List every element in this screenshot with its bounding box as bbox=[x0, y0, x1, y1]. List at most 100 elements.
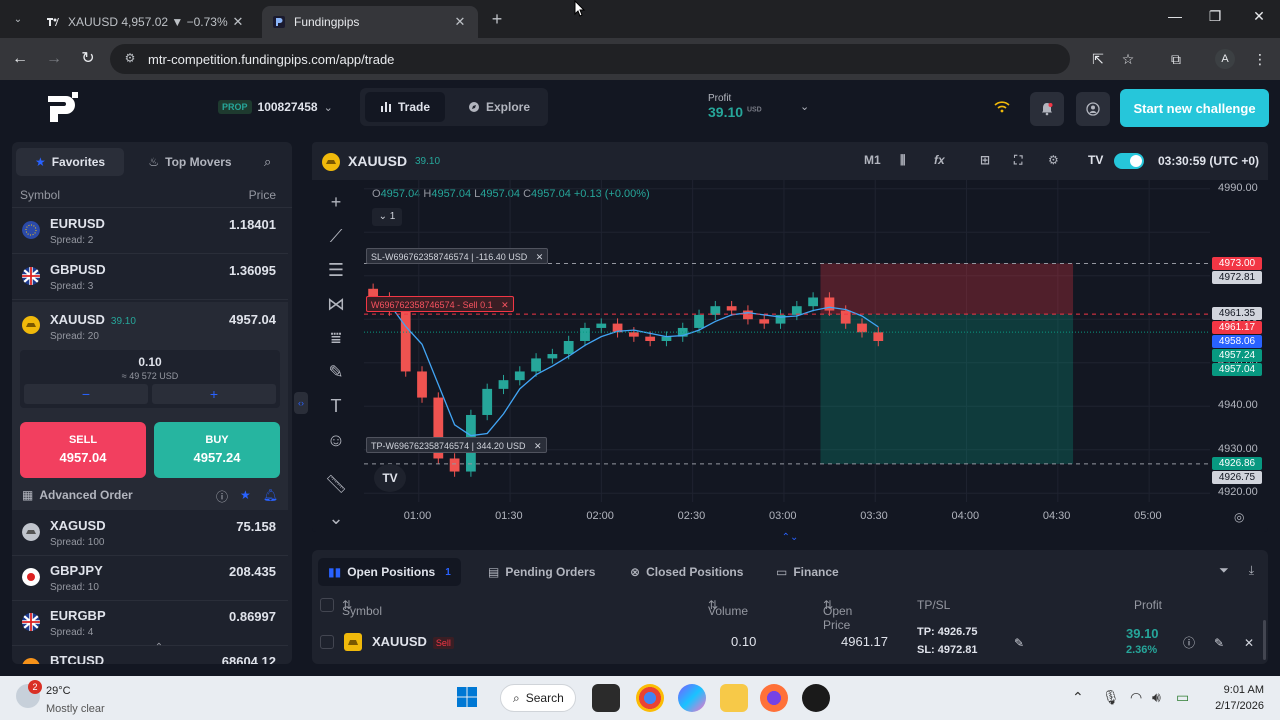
fib-tool-icon[interactable]: ⩸ bbox=[324, 326, 348, 350]
chart-settings-gear-icon[interactable]: ⚙ bbox=[1048, 153, 1059, 167]
horizontal-lines-icon[interactable]: ☰ bbox=[324, 258, 348, 282]
account-selector[interactable]: PROP 100827458 ⌄ bbox=[218, 100, 333, 114]
bookmark-star-icon[interactable]: ☆ bbox=[1118, 49, 1138, 69]
close-icon[interactable]: ✕ bbox=[536, 252, 544, 262]
fullscreen-icon[interactable]: ⛶ bbox=[1014, 153, 1022, 168]
tab-finance[interactable]: ▭ Finance bbox=[766, 558, 849, 586]
browser-tab-fundingpips[interactable]: Fundingpips ✕ bbox=[262, 6, 478, 38]
select-all-checkbox[interactable] bbox=[320, 598, 334, 612]
browser-menu-icon[interactable]: ⋮ bbox=[1250, 49, 1270, 69]
panel-collapse-handle-icon[interactable]: ‹› bbox=[294, 392, 308, 414]
text-tool-icon[interactable]: T bbox=[324, 394, 348, 418]
firefox-app-icon[interactable] bbox=[760, 684, 788, 712]
buy-button[interactable]: BUY 4957.24 bbox=[154, 422, 280, 478]
column-symbol[interactable]: Symbol ⇅ bbox=[342, 598, 382, 618]
tab-open-positions[interactable]: ▮▮ Open Positions 1 bbox=[318, 558, 461, 586]
watchlist-row-gbpusd[interactable]: GBPUSD Spread: 3 1.36095 bbox=[12, 255, 288, 300]
pattern-tool-icon[interactable]: ⋈ bbox=[324, 292, 348, 316]
lot-increase-button[interactable]: + bbox=[152, 384, 276, 404]
microphone-icon[interactable]: 🎙︎ bbox=[1102, 689, 1120, 706]
watchlist-row-eurgbp[interactable]: EURGBP Spread: 4 0.86997 bbox=[12, 601, 288, 646]
timeframe-selector[interactable]: M1 bbox=[864, 153, 881, 167]
search-icon[interactable]: ⌕ bbox=[264, 154, 271, 170]
alert-bell-icon[interactable]: 🔔︎ bbox=[263, 488, 278, 505]
emoji-icon[interactable]: ☺ bbox=[324, 428, 348, 452]
panel-expand-handle-icon[interactable]: ⌃⌄ bbox=[776, 532, 804, 548]
url-omnibox[interactable]: ⚙ mtr-competition.fundingpips.com/app/tr… bbox=[110, 44, 1070, 74]
start-new-challenge-button[interactable]: Start new challenge bbox=[1120, 89, 1269, 127]
take-profit-order-label[interactable]: TP-W696762358746574 | 344.20 USD ✕ bbox=[366, 437, 547, 453]
symbol-name[interactable]: XAUUSD 39.10 bbox=[50, 312, 136, 327]
window-close-icon[interactable]: ✕ bbox=[1248, 8, 1270, 25]
nav-trade-button[interactable]: Trade bbox=[365, 92, 445, 122]
capture-app-icon[interactable] bbox=[802, 684, 830, 712]
layout-grid-icon[interactable]: ⊞ bbox=[980, 153, 990, 167]
row-checkbox[interactable] bbox=[320, 635, 334, 649]
advanced-order-link[interactable]: ▦ Advanced Order bbox=[22, 488, 133, 502]
sell-button[interactable]: SELL 4957.04 bbox=[20, 422, 146, 478]
maximize-icon[interactable]: ❐ bbox=[1204, 8, 1226, 25]
reload-icon[interactable]: ↻ bbox=[78, 49, 98, 69]
crosshair-icon[interactable]: + bbox=[324, 190, 348, 214]
task-view-icon[interactable] bbox=[592, 684, 620, 712]
lot-decrease-button[interactable]: − bbox=[24, 384, 148, 404]
trend-line-icon[interactable]: ⟋ bbox=[324, 224, 348, 248]
forward-arrow-icon[interactable]: → bbox=[44, 49, 64, 69]
edit-tpsl-pencil-icon[interactable]: ✎ bbox=[1006, 630, 1032, 656]
position-edit-pencil-icon[interactable]: ✎ bbox=[1206, 630, 1232, 656]
column-open-price[interactable]: Open Price ⇅ bbox=[823, 598, 852, 632]
windows-start-icon[interactable] bbox=[456, 686, 478, 708]
browser-tab-tradingview[interactable]: XAUUSD 4,957.02 ▼ −0.73% Un ✕ bbox=[36, 6, 256, 38]
brush-icon[interactable]: ✎ bbox=[324, 360, 348, 384]
install-app-icon[interactable]: ⇱ bbox=[1088, 49, 1108, 69]
profile-avatar[interactable]: A bbox=[1215, 49, 1235, 69]
notifications-bell-button[interactable] bbox=[1030, 92, 1064, 126]
battery-icon[interactable]: ▭ bbox=[1176, 689, 1189, 706]
stop-loss-order-label[interactable]: SL-W696762358746574 | -116.40 USD ✕ bbox=[366, 248, 549, 264]
tab-favorites[interactable]: ★ Favorites bbox=[16, 148, 124, 176]
candle-type-icon[interactable]: ⫼ bbox=[900, 153, 906, 168]
close-icon[interactable]: ✕ bbox=[452, 14, 468, 30]
tab-closed-positions[interactable]: ⊗ Closed Positions bbox=[620, 558, 753, 586]
watchlist-row-xagusd[interactable]: XAGUSD Spread: 100 75.158 bbox=[12, 511, 288, 556]
info-icon[interactable]: ⓘ bbox=[216, 488, 228, 505]
profit-dropdown-chevron-icon[interactable]: ⌄ bbox=[800, 100, 809, 113]
download-icon[interactable]: ⤓ bbox=[1249, 563, 1254, 578]
close-icon[interactable]: ✕ bbox=[230, 14, 246, 30]
lot-size-input[interactable]: 0.10 bbox=[20, 355, 280, 369]
minimize-icon[interactable]: — bbox=[1164, 8, 1186, 24]
extensions-puzzle-icon[interactable]: ⧉ bbox=[1166, 49, 1186, 69]
site-info-icon[interactable]: ⚙ bbox=[122, 51, 138, 67]
magnet-icon[interactable]: ⌄ bbox=[324, 506, 348, 530]
fundingpips-logo-icon[interactable] bbox=[44, 90, 84, 126]
nav-explore-button[interactable]: Explore bbox=[458, 92, 540, 122]
new-tab-plus-icon[interactable]: + bbox=[486, 9, 508, 31]
scroll-up-down-icon[interactable]: ⌃ bbox=[150, 642, 168, 656]
watchlist-row-eurusd[interactable]: EURUSD Spread: 2 1.18401 bbox=[12, 209, 288, 254]
filter-funnel-icon[interactable]: ⏷ bbox=[1219, 563, 1229, 578]
position-info-icon[interactable]: ⓘ bbox=[1176, 630, 1202, 656]
favorite-star-icon[interactable]: ★ bbox=[240, 488, 251, 505]
user-profile-button[interactable] bbox=[1076, 92, 1110, 126]
chart-reset-icon[interactable]: ◎ bbox=[1234, 510, 1244, 524]
taskbar-clock[interactable]: 9:01 AM 2/17/2026 bbox=[1200, 682, 1264, 714]
indicators-fx-icon[interactable]: fx bbox=[934, 153, 945, 167]
close-position-icon[interactable]: ✕ bbox=[1236, 630, 1262, 656]
chart-mode-toggle[interactable] bbox=[1114, 153, 1144, 169]
chrome-app-icon[interactable] bbox=[636, 684, 664, 712]
taskbar-search[interactable]: ⌕ Search bbox=[500, 684, 576, 712]
chart-symbol[interactable]: XAUUSD bbox=[348, 153, 407, 169]
tab-pending-orders[interactable]: ▤ Pending Orders bbox=[478, 558, 605, 586]
tab-search-button[interactable]: ⌄ bbox=[6, 8, 30, 30]
ruler-icon[interactable]: 📏︎ bbox=[324, 472, 348, 496]
close-icon[interactable]: ✕ bbox=[534, 441, 542, 451]
tray-overflow-chevron-icon[interactable]: ⌃ bbox=[1072, 689, 1084, 706]
volume-icon[interactable]: 🔊︎ bbox=[1152, 689, 1161, 706]
tradingview-watermark-icon[interactable]: TV bbox=[374, 464, 406, 492]
watchlist-row-gbpjpy[interactable]: GBPJPY Spread: 10 208.435 bbox=[12, 556, 288, 601]
network-wifi-icon[interactable]: ◠ bbox=[1130, 689, 1142, 706]
copilot-app-icon[interactable] bbox=[678, 684, 706, 712]
close-icon[interactable]: ✕ bbox=[501, 300, 509, 310]
column-volume[interactable]: Volume ⇅ bbox=[708, 598, 748, 618]
positions-scrollbar[interactable] bbox=[1263, 620, 1266, 660]
